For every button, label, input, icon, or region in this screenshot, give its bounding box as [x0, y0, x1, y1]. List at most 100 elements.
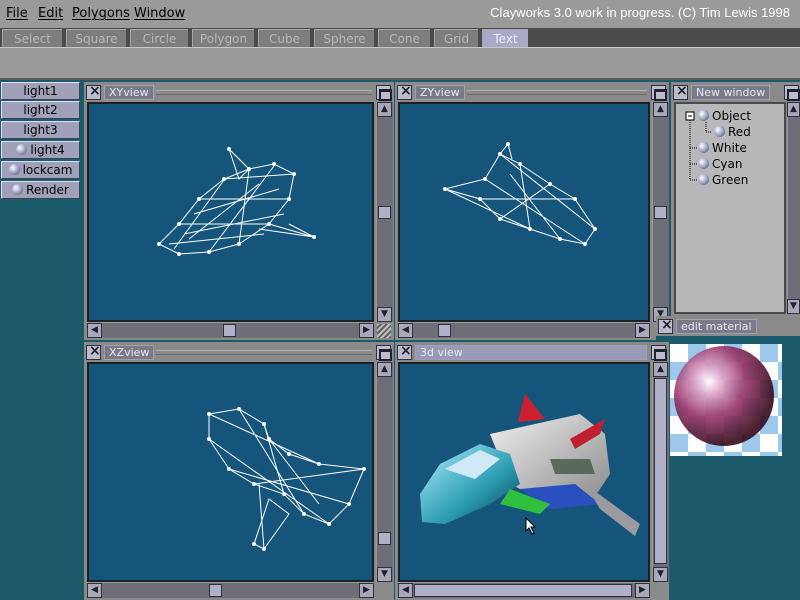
- xyview-window: XYview ▲ ▼ ◀ ▶: [84, 82, 394, 340]
- xzview-canvas[interactable]: [87, 362, 374, 582]
- close-icon[interactable]: [658, 317, 673, 334]
- tab-cone[interactable]: Cone: [378, 29, 430, 47]
- scroll-right-icon[interactable]: ▶: [635, 323, 650, 338]
- zyview-title: ZYview: [415, 85, 465, 100]
- light3-button[interactable]: light3: [1, 121, 80, 139]
- maximize-icon[interactable]: [376, 345, 392, 361]
- scroll-down-icon[interactable]: ▼: [787, 299, 800, 314]
- material-window: edit material: [656, 316, 800, 600]
- close-icon[interactable]: [673, 83, 688, 100]
- view3d-hscroll[interactable]: ◀ ▶: [398, 582, 650, 598]
- tab-cube[interactable]: Cube: [258, 29, 310, 47]
- zyview-titlebar[interactable]: ZYview: [395, 82, 669, 102]
- xzview-titlebar[interactable]: XZview: [84, 342, 394, 362]
- tree-item-cyan[interactable]: Cyan: [698, 157, 742, 171]
- tree-window-title: New window: [691, 85, 771, 100]
- tree-window-titlebar[interactable]: New window: [671, 82, 800, 102]
- scroll-up-icon[interactable]: ▲: [653, 102, 668, 117]
- xyview-canvas[interactable]: [87, 102, 374, 322]
- scroll-up-icon[interactable]: ▲: [653, 362, 668, 377]
- scroll-down-icon[interactable]: ▼: [653, 567, 668, 582]
- light4-label: light4: [30, 143, 65, 157]
- maximize-icon[interactable]: [784, 85, 800, 101]
- scroll-thumb[interactable]: [654, 378, 667, 564]
- material-window-title: edit material: [676, 319, 757, 334]
- xyview-title: XYview: [104, 85, 154, 100]
- scroll-down-icon[interactable]: ▼: [377, 567, 392, 582]
- sphere-icon: [698, 110, 709, 121]
- scroll-left-icon[interactable]: ◀: [87, 583, 102, 598]
- scroll-left-icon[interactable]: ◀: [398, 323, 413, 338]
- tab-circle[interactable]: Circle: [130, 29, 188, 47]
- xzview-vscroll[interactable]: ▲ ▼: [376, 362, 393, 582]
- view3d-canvas[interactable]: [398, 362, 650, 582]
- scroll-up-icon[interactable]: ▲: [377, 362, 392, 377]
- menu-bar: File Edit Polygons Window Clayworks 3.0 …: [0, 0, 800, 28]
- tree-item-red[interactable]: Red: [714, 125, 751, 139]
- menu-window[interactable]: Window: [134, 6, 185, 21]
- scroll-thumb[interactable]: [654, 206, 667, 219]
- close-icon[interactable]: [86, 343, 101, 360]
- xyview-vscroll[interactable]: ▲ ▼: [376, 102, 393, 322]
- xzview-hscroll[interactable]: ◀ ▶: [87, 582, 374, 598]
- tree-item-green[interactable]: Green: [698, 173, 748, 187]
- maximize-icon[interactable]: [376, 85, 392, 101]
- maximize-icon[interactable]: [651, 85, 667, 101]
- tab-select[interactable]: Select: [2, 29, 62, 47]
- light1-button[interactable]: light1: [1, 82, 80, 100]
- view3d-titlebar[interactable]: 3d view: [395, 342, 669, 362]
- titlebar-stripe: [467, 90, 647, 95]
- zyview-vscroll[interactable]: ▲ ▼: [652, 102, 669, 322]
- scroll-thumb[interactable]: [378, 206, 391, 219]
- scroll-thumb[interactable]: [223, 324, 236, 337]
- close-icon[interactable]: [397, 343, 412, 360]
- scroll-right-icon[interactable]: ▶: [635, 583, 650, 598]
- tab-text[interactable]: Text: [482, 29, 528, 47]
- sphere-icon: [698, 142, 709, 153]
- resize-grip-icon[interactable]: [377, 324, 391, 338]
- scroll-up-icon[interactable]: ▲: [377, 102, 392, 117]
- sphere-icon: [16, 144, 28, 155]
- xyview-hscroll[interactable]: ◀ ▶: [87, 322, 374, 338]
- view3d-vscroll[interactable]: ▲ ▼: [652, 362, 669, 582]
- light4-button[interactable]: light4: [1, 141, 80, 159]
- scroll-left-icon[interactable]: ◀: [398, 583, 413, 598]
- scroll-thumb[interactable]: [209, 584, 222, 597]
- scroll-thumb[interactable]: [378, 532, 391, 545]
- close-icon[interactable]: [397, 83, 412, 100]
- tool-options-strip: [0, 47, 800, 80]
- tab-square[interactable]: Square: [66, 29, 126, 47]
- scroll-up-icon[interactable]: ▲: [787, 102, 800, 117]
- close-icon[interactable]: [86, 83, 101, 100]
- tab-grid[interactable]: Grid: [434, 29, 478, 47]
- tab-sphere[interactable]: Sphere: [314, 29, 374, 47]
- tree-item-object[interactable]: Object: [698, 109, 751, 123]
- tree-vscroll[interactable]: ▲ ▼: [787, 102, 800, 314]
- light-panel: light1 light2 light3 light4 lockcam Rend…: [0, 82, 82, 600]
- titlebar-stripe: [156, 350, 372, 355]
- scroll-left-icon[interactable]: ◀: [87, 323, 102, 338]
- menu-file[interactable]: File: [6, 6, 28, 21]
- menu-polygons[interactable]: Polygons: [72, 6, 130, 21]
- scroll-right-icon[interactable]: ▶: [359, 583, 374, 598]
- scroll-thumb[interactable]: [414, 584, 632, 597]
- tree-item-white[interactable]: White: [698, 141, 747, 155]
- lockcam-button[interactable]: lockcam: [1, 161, 80, 179]
- scroll-thumb[interactable]: [438, 324, 451, 337]
- scroll-right-icon[interactable]: ▶: [359, 323, 374, 338]
- object-tree: Object Red White Cyan Green: [674, 102, 786, 314]
- light2-button[interactable]: light2: [1, 101, 80, 119]
- zyview-hscroll[interactable]: ◀ ▶: [398, 322, 650, 338]
- rendered-model: [420, 394, 640, 536]
- sphere-icon: [698, 158, 709, 169]
- tree-item-label: Object: [712, 109, 752, 123]
- render-button[interactable]: Render: [1, 181, 80, 199]
- material-window-titlebar[interactable]: edit material: [656, 316, 800, 336]
- scroll-down-icon[interactable]: ▼: [377, 307, 392, 322]
- menu-edit[interactable]: Edit: [38, 6, 63, 21]
- xyview-titlebar[interactable]: XYview: [84, 82, 394, 102]
- tab-polygon[interactable]: Polygon: [192, 29, 254, 47]
- tree-item-label: White: [712, 141, 747, 155]
- zyview-canvas[interactable]: [398, 102, 650, 322]
- maximize-icon[interactable]: [651, 345, 667, 361]
